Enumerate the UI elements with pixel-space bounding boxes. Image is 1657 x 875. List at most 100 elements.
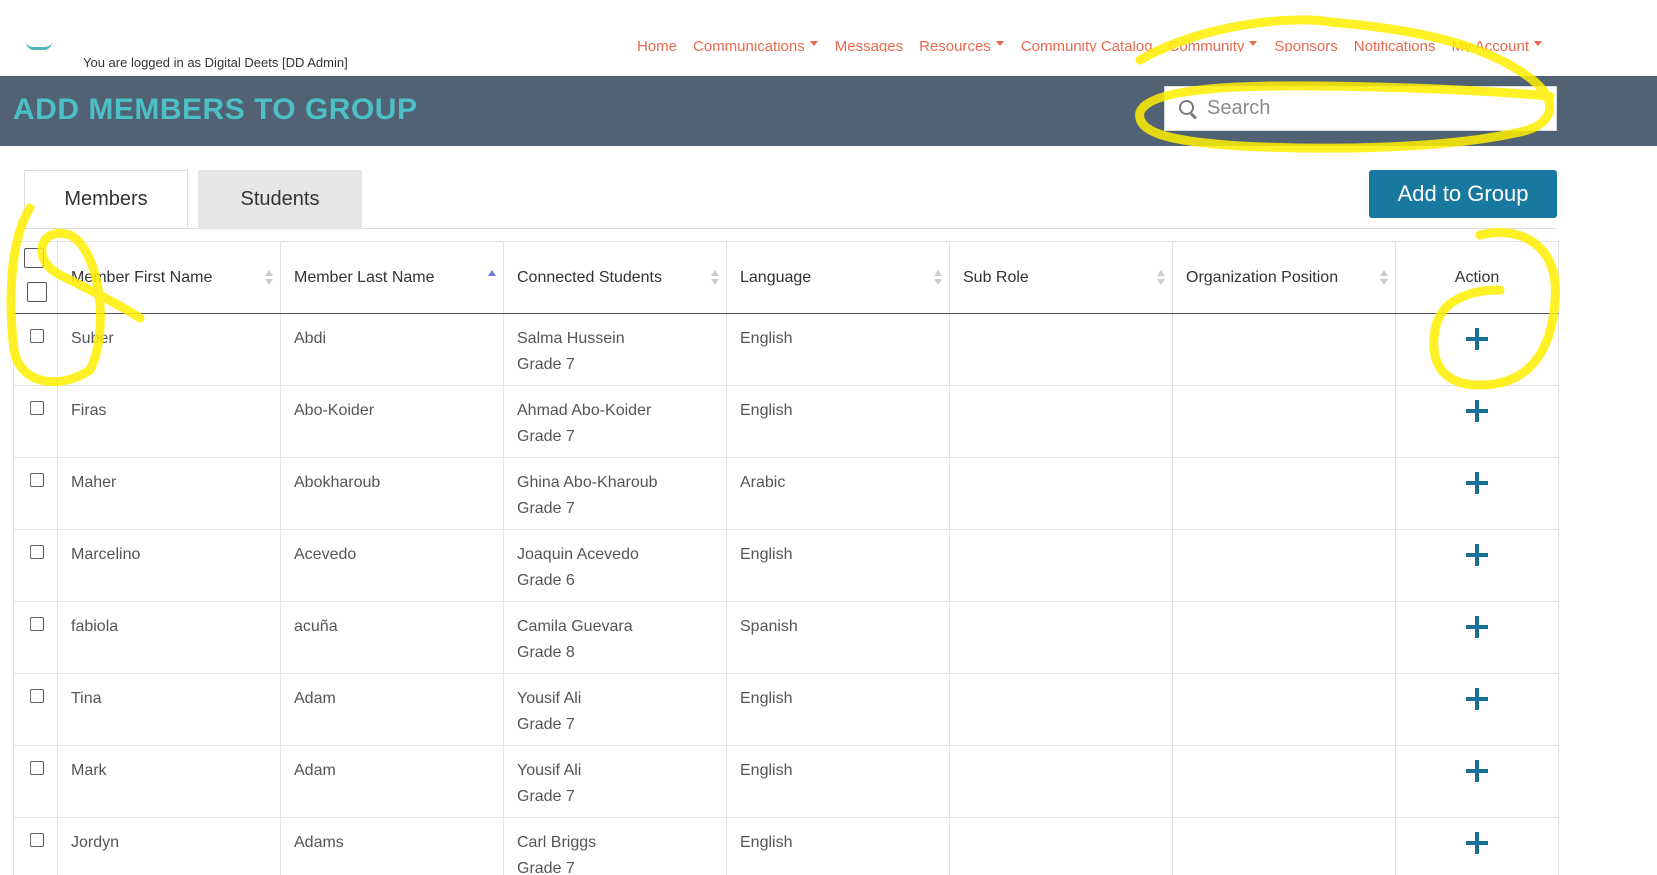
- action-cell: [1395, 745, 1559, 818]
- last-name-cell: Adam: [280, 673, 504, 746]
- row-select-cell: [13, 817, 58, 875]
- org-position-cell: [1172, 745, 1396, 818]
- connected-student-cell: Yousif Ali Grade 7: [503, 745, 727, 818]
- student-grade: Grade 7: [517, 428, 575, 445]
- nav-item-home[interactable]: Home: [637, 41, 677, 52]
- language-cell: Spanish: [726, 601, 950, 674]
- nav-item-label: Community Catalog: [1020, 41, 1153, 52]
- table-row: fabiola acuña Camila Guevara Grade 8 Spanish: [13, 601, 1559, 674]
- col-header-label: Connected Students: [517, 268, 662, 286]
- members-table: Member First Name Member Last Name Conne…: [13, 241, 1559, 875]
- language-cell: Arabic: [726, 457, 950, 530]
- nav-item-resources[interactable]: Resources: [919, 41, 1005, 52]
- page-header: ADD MEMBERS TO GROUP: [0, 76, 1657, 146]
- tabs-divider: [24, 228, 1557, 229]
- add-member-plus-icon[interactable]: [1466, 328, 1488, 350]
- nav-item-community[interactable]: Community: [1169, 41, 1259, 52]
- language-cell: English: [726, 673, 950, 746]
- col-header-last-name[interactable]: Member Last Name: [280, 241, 504, 314]
- row-checkbox[interactable]: [30, 617, 44, 631]
- row-checkbox[interactable]: [30, 329, 44, 343]
- col-header-connected-students[interactable]: Connected Students: [503, 241, 727, 314]
- add-member-plus-icon[interactable]: [1466, 472, 1488, 494]
- org-position-cell: [1172, 601, 1396, 674]
- language-cell: English: [726, 385, 950, 458]
- connected-student-cell: Yousif Ali Grade 7: [503, 673, 727, 746]
- org-position-cell: [1172, 817, 1396, 875]
- add-to-group-button[interactable]: Add to Group: [1369, 170, 1557, 218]
- col-header-label: Action: [1454, 268, 1500, 286]
- row-select-cell: [13, 673, 58, 746]
- add-member-plus-icon[interactable]: [1466, 544, 1488, 566]
- student-name: Yousif Ali: [517, 762, 582, 779]
- search-box[interactable]: [1164, 86, 1557, 131]
- nav-item-community-catalog[interactable]: Community Catalog: [1021, 41, 1153, 52]
- nav-item-my-account[interactable]: My Account: [1451, 41, 1544, 52]
- search-input[interactable]: [1207, 97, 1527, 120]
- nav-item-label: Messages: [834, 41, 904, 52]
- table-row: Mark Adam Yousif Ali Grade 7 English: [13, 745, 1559, 818]
- row-checkbox[interactable]: [30, 545, 44, 559]
- select-page-checkbox[interactable]: [27, 282, 47, 302]
- col-header-language[interactable]: Language: [726, 241, 950, 314]
- add-member-plus-icon[interactable]: [1466, 832, 1488, 854]
- action-cell: [1395, 673, 1559, 746]
- language-cell: English: [726, 313, 950, 386]
- first-name-cell: Tina: [57, 673, 281, 746]
- student-grade: Grade 7: [517, 788, 575, 805]
- tab-students[interactable]: Students: [198, 170, 362, 229]
- nav-item-notifications[interactable]: Notifications: [1354, 41, 1436, 52]
- nav-item-communications[interactable]: Communications: [693, 41, 819, 52]
- action-cell: [1395, 817, 1559, 875]
- last-name-cell: acuña: [280, 601, 504, 674]
- student-grade: Grade 7: [517, 356, 575, 373]
- tab-members[interactable]: Members: [24, 170, 188, 229]
- row-checkbox[interactable]: [30, 473, 44, 487]
- row-select-cell: [13, 601, 58, 674]
- row-select-cell: [13, 313, 58, 386]
- logo[interactable]: [26, 42, 52, 50]
- nav-item-sponsors[interactable]: Sponsors: [1274, 41, 1337, 52]
- org-position-cell: [1172, 313, 1396, 386]
- nav-item-messages[interactable]: Messages: [835, 41, 903, 52]
- add-member-plus-icon[interactable]: [1466, 616, 1488, 638]
- col-header-label: Sub Role: [963, 268, 1029, 286]
- row-checkbox[interactable]: [30, 401, 44, 415]
- language-cell: English: [726, 817, 950, 875]
- add-member-plus-icon[interactable]: [1466, 400, 1488, 422]
- row-select-cell: [13, 529, 58, 602]
- sub-role-cell: [949, 313, 1173, 386]
- table-row: Suber Abdi Salma Hussein Grade 7 English: [13, 313, 1559, 386]
- col-header-action: Action: [1395, 241, 1559, 314]
- connected-student-cell: Ghina Abo-Kharoub Grade 7: [503, 457, 727, 530]
- row-checkbox[interactable]: [30, 761, 44, 775]
- nav-item-label: Resources: [919, 41, 991, 52]
- select-all-checkbox[interactable]: [24, 248, 44, 268]
- col-header-org-position[interactable]: Organization Position: [1172, 241, 1396, 314]
- first-name-cell: Firas: [57, 385, 281, 458]
- first-name-cell: fabiola: [57, 601, 281, 674]
- col-header-label: Member First Name: [71, 268, 213, 286]
- add-member-plus-icon[interactable]: [1466, 760, 1488, 782]
- last-name-cell: Acevedo: [280, 529, 504, 602]
- connected-student-cell: Carl Briggs Grade 7: [503, 817, 727, 875]
- sub-role-cell: [949, 457, 1173, 530]
- action-cell: [1395, 457, 1559, 530]
- col-header-first-name[interactable]: Member First Name: [57, 241, 281, 314]
- table-row: Maher Abokharoub Ghina Abo-Kharoub Grade 7 A…: [13, 457, 1559, 530]
- org-position-cell: [1172, 673, 1396, 746]
- table-row: Tina Adam Yousif Ali Grade 7 English: [13, 673, 1559, 746]
- add-member-plus-icon[interactable]: [1466, 688, 1488, 710]
- action-cell: [1395, 529, 1559, 602]
- last-name-cell: Abokharoub: [280, 457, 504, 530]
- sort-asc-icon: [488, 270, 496, 288]
- row-select-cell: [13, 385, 58, 458]
- sort-icon: [934, 270, 942, 288]
- col-header-sub-role[interactable]: Sub Role: [949, 241, 1173, 314]
- last-name-cell: Abdi: [280, 313, 504, 386]
- connected-student-cell: Camila Guevara Grade 8: [503, 601, 727, 674]
- first-name-cell: Mark: [57, 745, 281, 818]
- row-checkbox[interactable]: [30, 689, 44, 703]
- first-name-cell: Jordyn: [57, 817, 281, 875]
- row-checkbox[interactable]: [30, 833, 44, 847]
